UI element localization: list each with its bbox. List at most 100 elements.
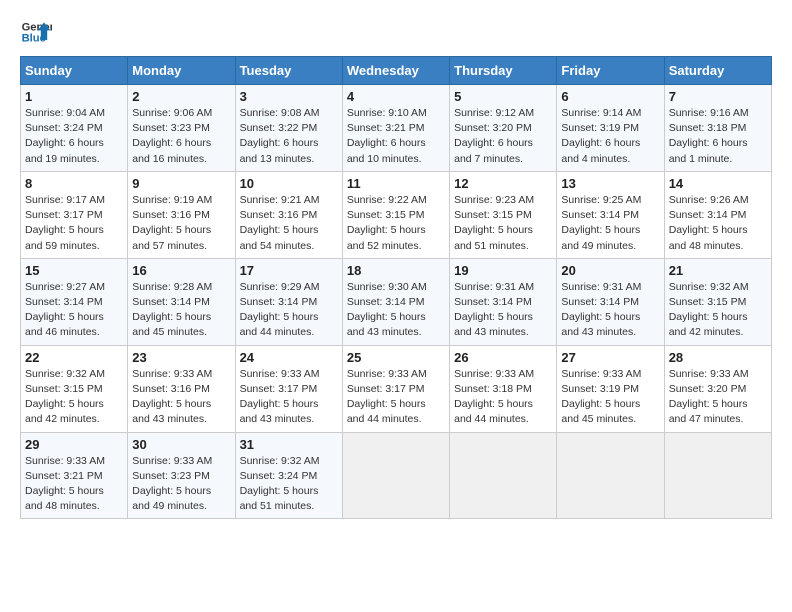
weekday-header-tuesday: Tuesday (235, 57, 342, 85)
day-info: Sunrise: 9:32 AMSunset: 3:15 PMDaylight:… (25, 367, 123, 428)
day-number: 16 (132, 263, 230, 278)
day-info: Sunrise: 9:29 AMSunset: 3:14 PMDaylight:… (240, 280, 338, 341)
day-number: 27 (561, 350, 659, 365)
page-header: General Blue (20, 16, 772, 48)
day-number: 17 (240, 263, 338, 278)
calendar-cell: 14 Sunrise: 9:26 AMSunset: 3:14 PMDayligh… (664, 171, 771, 258)
calendar-cell: 24 Sunrise: 9:33 AMSunset: 3:17 PMDayligh… (235, 345, 342, 432)
calendar-cell: 17 Sunrise: 9:29 AMSunset: 3:14 PMDayligh… (235, 258, 342, 345)
calendar-cell: 4 Sunrise: 9:10 AMSunset: 3:21 PMDaylight… (342, 85, 449, 172)
weekday-header-wednesday: Wednesday (342, 57, 449, 85)
calendar-cell: 20Sunrise: 9:31 AMSunset: 3:14 PMDayligh… (557, 258, 664, 345)
calendar-cell: 13 Sunrise: 9:25 AMSunset: 3:14 PMDayligh… (557, 171, 664, 258)
calendar-cell: 12 Sunrise: 9:23 AMSunset: 3:15 PMDayligh… (450, 171, 557, 258)
calendar-cell (557, 432, 664, 519)
day-info: Sunrise: 9:17 AMSunset: 3:17 PMDaylight:… (25, 193, 123, 254)
day-number: 11 (347, 176, 445, 191)
day-number: 25 (347, 350, 445, 365)
calendar-body: 1 Sunrise: 9:04 AMSunset: 3:24 PMDaylight… (21, 85, 772, 519)
calendar-cell: 8 Sunrise: 9:17 AMSunset: 3:17 PMDaylight… (21, 171, 128, 258)
day-number: 7 (669, 89, 767, 104)
calendar-header-row: SundayMondayTuesdayWednesdayThursdayFrid… (21, 57, 772, 85)
day-number: 30 (132, 437, 230, 452)
day-number: 15 (25, 263, 123, 278)
day-info: Sunrise: 9:04 AMSunset: 3:24 PMDaylight:… (25, 106, 123, 167)
day-number: 24 (240, 350, 338, 365)
calendar-cell: 16 Sunrise: 9:28 AMSunset: 3:14 PMDayligh… (128, 258, 235, 345)
day-number: 5 (454, 89, 552, 104)
day-info: Sunrise: 9:10 AMSunset: 3:21 PMDaylight:… (347, 106, 445, 167)
day-number: 13 (561, 176, 659, 191)
calendar-cell (450, 432, 557, 519)
calendar-cell: 15 Sunrise: 9:27 AMSunset: 3:14 PMDayligh… (21, 258, 128, 345)
day-info: Sunrise: 9:06 AMSunset: 3:23 PMDaylight:… (132, 106, 230, 167)
day-info: Sunrise: 9:21 AMSunset: 3:16 PMDaylight:… (240, 193, 338, 254)
day-info: Sunrise: 9:23 AMSunset: 3:15 PMDaylight:… (454, 193, 552, 254)
day-info: Sunrise: 9:16 AMSunset: 3:18 PMDaylight:… (669, 106, 767, 167)
day-info: Sunrise: 9:14 AMSunset: 3:19 PMDaylight:… (561, 106, 659, 167)
calendar-cell: 11Sunrise: 9:22 AMSunset: 3:15 PMDayligh… (342, 171, 449, 258)
calendar-cell: 23 Sunrise: 9:33 AMSunset: 3:16 PMDayligh… (128, 345, 235, 432)
calendar-cell: 5 Sunrise: 9:12 AMSunset: 3:20 PMDaylight… (450, 85, 557, 172)
day-info: Sunrise: 9:33 AMSunset: 3:18 PMDaylight:… (454, 367, 552, 428)
day-number: 14 (669, 176, 767, 191)
calendar-cell: 10 Sunrise: 9:21 AMSunset: 3:16 PMDayligh… (235, 171, 342, 258)
calendar-week-row: 8 Sunrise: 9:17 AMSunset: 3:17 PMDaylight… (21, 171, 772, 258)
calendar-cell: 6 Sunrise: 9:14 AMSunset: 3:19 PMDaylight… (557, 85, 664, 172)
day-info: Sunrise: 9:33 AMSunset: 3:20 PMDaylight:… (669, 367, 767, 428)
day-number: 12 (454, 176, 552, 191)
day-number: 2 (132, 89, 230, 104)
day-info: Sunrise: 9:33 AMSunset: 3:17 PMDaylight:… (347, 367, 445, 428)
weekday-header-thursday: Thursday (450, 57, 557, 85)
day-number: 9 (132, 176, 230, 191)
calendar-week-row: 22 Sunrise: 9:32 AMSunset: 3:15 PMDayligh… (21, 345, 772, 432)
day-info: Sunrise: 9:27 AMSunset: 3:14 PMDaylight:… (25, 280, 123, 341)
calendar-cell: 22 Sunrise: 9:32 AMSunset: 3:15 PMDayligh… (21, 345, 128, 432)
day-number: 1 (25, 89, 123, 104)
day-number: 31 (240, 437, 338, 452)
day-info: Sunrise: 9:33 AMSunset: 3:17 PMDaylight:… (240, 367, 338, 428)
calendar-cell: 27 Sunrise: 9:33 AMSunset: 3:19 PMDayligh… (557, 345, 664, 432)
calendar-cell: 2 Sunrise: 9:06 AMSunset: 3:23 PMDaylight… (128, 85, 235, 172)
day-info: Sunrise: 9:28 AMSunset: 3:14 PMDaylight:… (132, 280, 230, 341)
calendar-cell: 21 Sunrise: 9:32 AMSunset: 3:15 PMDayligh… (664, 258, 771, 345)
logo: General Blue (20, 16, 60, 48)
day-number: 4 (347, 89, 445, 104)
calendar-week-row: 15 Sunrise: 9:27 AMSunset: 3:14 PMDayligh… (21, 258, 772, 345)
calendar-cell (664, 432, 771, 519)
day-info: Sunrise: 9:19 AMSunset: 3:16 PMDaylight:… (132, 193, 230, 254)
calendar-cell: 30 Sunrise: 9:33 AMSunset: 3:23 PMDayligh… (128, 432, 235, 519)
calendar-cell: 3Sunrise: 9:08 AMSunset: 3:22 PMDaylight… (235, 85, 342, 172)
day-number: 22 (25, 350, 123, 365)
calendar-cell: 28 Sunrise: 9:33 AMSunset: 3:20 PMDayligh… (664, 345, 771, 432)
weekday-header-monday: Monday (128, 57, 235, 85)
day-info: Sunrise: 9:26 AMSunset: 3:14 PMDaylight:… (669, 193, 767, 254)
calendar-cell: 25 Sunrise: 9:33 AMSunset: 3:17 PMDayligh… (342, 345, 449, 432)
day-info: Sunrise: 9:31 AMSunset: 3:14 PMDaylight:… (454, 280, 552, 341)
calendar-cell: 29 Sunrise: 9:33 AMSunset: 3:21 PMDayligh… (21, 432, 128, 519)
day-info: Sunrise: 9:32 AMSunset: 3:15 PMDaylight:… (669, 280, 767, 341)
day-number: 8 (25, 176, 123, 191)
day-info: Sunrise: 9:12 AMSunset: 3:20 PMDaylight:… (454, 106, 552, 167)
day-number: 29 (25, 437, 123, 452)
day-number: 6 (561, 89, 659, 104)
weekday-header-saturday: Saturday (664, 57, 771, 85)
day-info: Sunrise: 9:33 AMSunset: 3:23 PMDaylight:… (132, 454, 230, 515)
day-number: 23 (132, 350, 230, 365)
day-info: Sunrise: 9:33 AMSunset: 3:19 PMDaylight:… (561, 367, 659, 428)
day-number: 28 (669, 350, 767, 365)
calendar-cell: 9 Sunrise: 9:19 AMSunset: 3:16 PMDaylight… (128, 171, 235, 258)
day-info: Sunrise: 9:32 AMSunset: 3:24 PMDaylight:… (240, 454, 338, 515)
day-number: 26 (454, 350, 552, 365)
day-info: Sunrise: 9:33 AMSunset: 3:16 PMDaylight:… (132, 367, 230, 428)
day-number: 19 (454, 263, 552, 278)
day-info: Sunrise: 9:33 AMSunset: 3:21 PMDaylight:… (25, 454, 123, 515)
day-number: 20 (561, 263, 659, 278)
logo-icon: General Blue (20, 16, 52, 48)
calendar-cell (342, 432, 449, 519)
day-number: 10 (240, 176, 338, 191)
weekday-header-friday: Friday (557, 57, 664, 85)
calendar-cell: 18Sunrise: 9:30 AMSunset: 3:14 PMDayligh… (342, 258, 449, 345)
day-info: Sunrise: 9:25 AMSunset: 3:14 PMDaylight:… (561, 193, 659, 254)
day-number: 21 (669, 263, 767, 278)
